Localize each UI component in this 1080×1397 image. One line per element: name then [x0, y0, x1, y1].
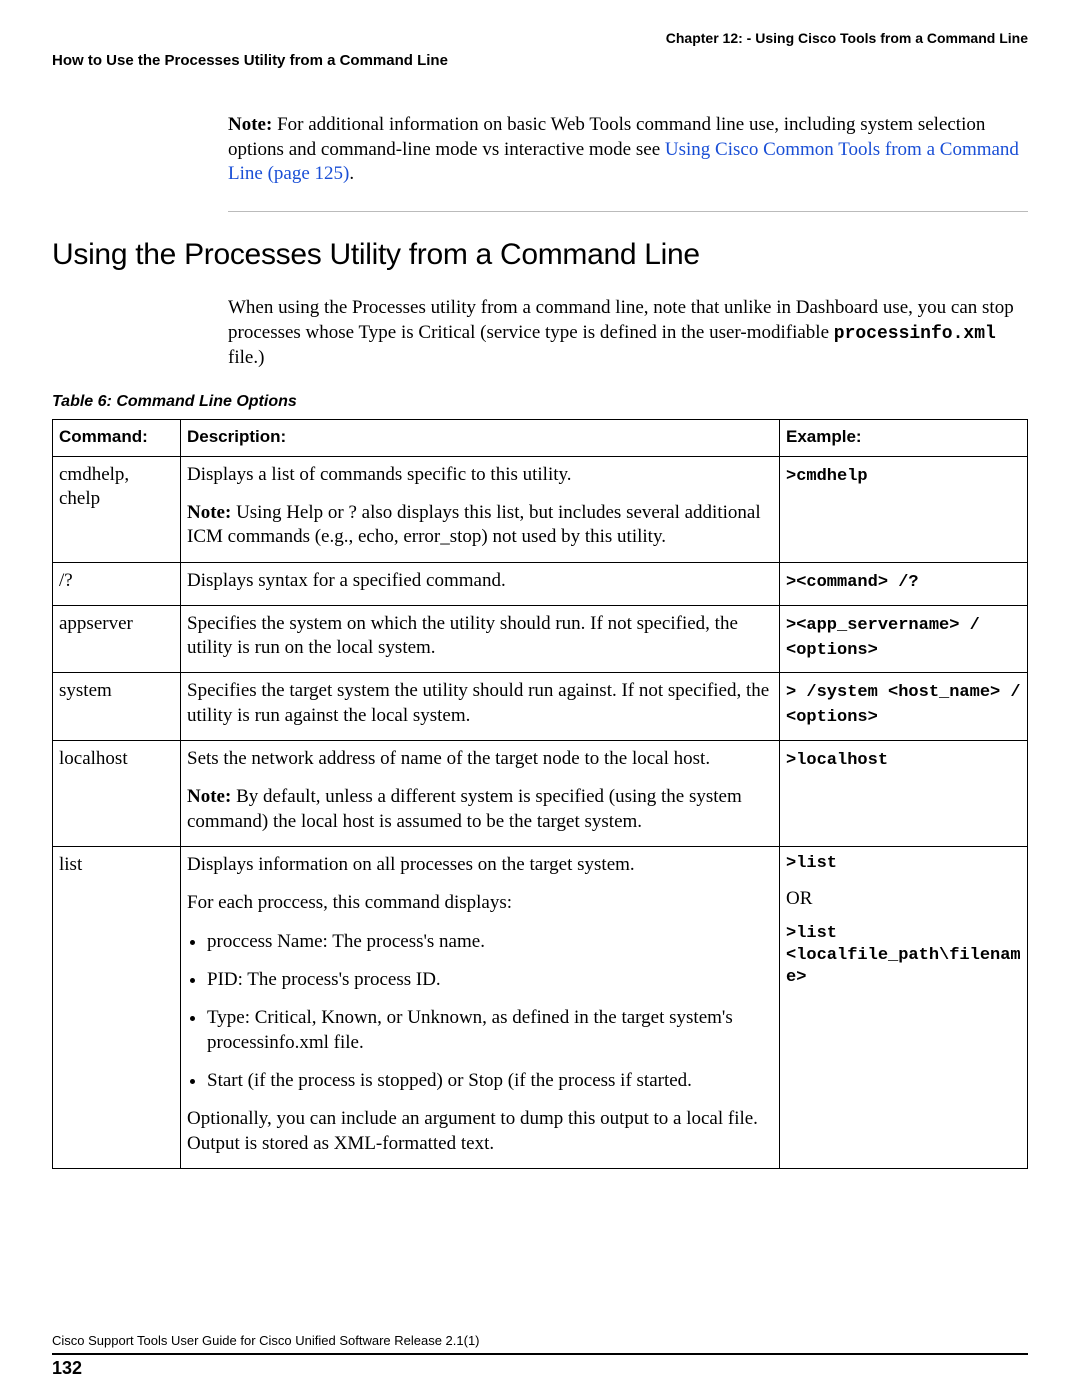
table-row: list Displays information on all process… [53, 847, 1028, 1169]
example-code: >list [786, 853, 1021, 875]
desc-bullet: proccess Name: The process's name. [207, 930, 773, 954]
cell-command: /? [53, 562, 181, 605]
example-code: > /system <host_name> / <options> [786, 683, 1021, 727]
cell-description: Sets the network address of name of the … [181, 741, 780, 847]
table-row: appserver Specifies the system on which … [53, 605, 1028, 673]
note-label: Note: [228, 114, 272, 135]
desc-text: Displays information on all processes on… [187, 853, 773, 877]
desc-note-text: Using Help or ? also displays this list,… [187, 502, 761, 547]
example-code: >localhost [786, 751, 888, 770]
cell-description: Specifies the system on which the utilit… [181, 605, 780, 673]
desc-bullet: Type: Critical, Known, or Unknown, as de… [207, 1006, 773, 1055]
cell-example: ><app_servername> / <options> [780, 605, 1028, 673]
footer-guide-title: Cisco Support Tools User Guide for Cisco… [52, 1333, 1028, 1351]
th-example: Example: [780, 419, 1028, 456]
intro-paragraph: When using the Processes utility from a … [228, 296, 1028, 371]
desc-text: Sets the network address of name of the … [187, 747, 773, 771]
example-code: ><command> /? [786, 573, 919, 592]
chapter-header: Chapter 12: - Using Cisco Tools from a C… [52, 30, 1028, 46]
desc-bullets: proccess Name: The process's name. PID: … [193, 930, 773, 1094]
intro-code: processinfo.xml [834, 324, 996, 344]
desc-text: Specifies the target system the utility … [187, 679, 773, 728]
section-header: How to Use the Processes Utility from a … [52, 52, 1028, 69]
desc-bullet: Start (if the process is stopped) or Sto… [207, 1069, 773, 1093]
cell-example: ><command> /? [780, 562, 1028, 605]
cell-description: Displays information on all processes on… [181, 847, 780, 1169]
cell-example: >list OR >list <localfile_path\filename> [780, 847, 1028, 1169]
intro-text-after: file.) [228, 347, 264, 368]
desc-note-label: Note: [187, 786, 231, 807]
table-row: cmdhelp, chelp Displays a list of comman… [53, 456, 1028, 562]
table-row: localhost Sets the network address of na… [53, 741, 1028, 847]
command-line-options-table: Command: Description: Example: cmdhelp, … [52, 419, 1028, 1169]
th-command: Command: [53, 419, 181, 456]
page: Chapter 12: - Using Cisco Tools from a C… [0, 0, 1080, 1397]
footer-rule [52, 1353, 1028, 1355]
desc-text: Specifies the system on which the utilit… [187, 612, 773, 661]
page-number: 132 [52, 1358, 1028, 1379]
cell-example: > /system <host_name> / <options> [780, 673, 1028, 741]
example-code: >list <localfile_path\filename> [786, 923, 1021, 988]
table-row: /? Displays syntax for a specified comma… [53, 562, 1028, 605]
section-title: Using the Processes Utility from a Comma… [52, 238, 1028, 272]
example-or: OR [786, 887, 1021, 911]
table-header-row: Command: Description: Example: [53, 419, 1028, 456]
desc-text: Optionally, you can include an argument … [187, 1107, 773, 1156]
th-description: Description: [181, 419, 780, 456]
page-footer: Cisco Support Tools User Guide for Cisco… [52, 1333, 1028, 1379]
cell-command: list [53, 847, 181, 1169]
horizontal-rule [228, 211, 1028, 212]
note-text-after: . [349, 163, 354, 184]
example-code: >cmdhelp [786, 467, 868, 486]
desc-note-text: By default, unless a different system is… [187, 786, 742, 831]
desc-text: For each proccess, this command displays… [187, 891, 773, 915]
desc-text: Displays a list of commands specific to … [187, 463, 773, 487]
desc-note-label: Note: [187, 502, 231, 523]
example-code: ><app_servername> / <options> [786, 616, 980, 660]
cell-description: Displays syntax for a specified command. [181, 562, 780, 605]
cell-command: localhost [53, 741, 181, 847]
note-paragraph: Note: For additional information on basi… [228, 113, 1028, 187]
desc-text: Displays syntax for a specified command. [187, 569, 773, 593]
cell-command: appserver [53, 605, 181, 673]
desc-bullet: PID: The process's process ID. [207, 968, 773, 992]
cell-example: >cmdhelp [780, 456, 1028, 562]
table-caption: Table 6: Command Line Options [52, 393, 1028, 411]
cell-command: system [53, 673, 181, 741]
table-row: system Specifies the target system the u… [53, 673, 1028, 741]
cell-description: Displays a list of commands specific to … [181, 456, 780, 562]
cell-example: >localhost [780, 741, 1028, 847]
cell-description: Specifies the target system the utility … [181, 673, 780, 741]
cell-command: cmdhelp, chelp [53, 456, 181, 562]
